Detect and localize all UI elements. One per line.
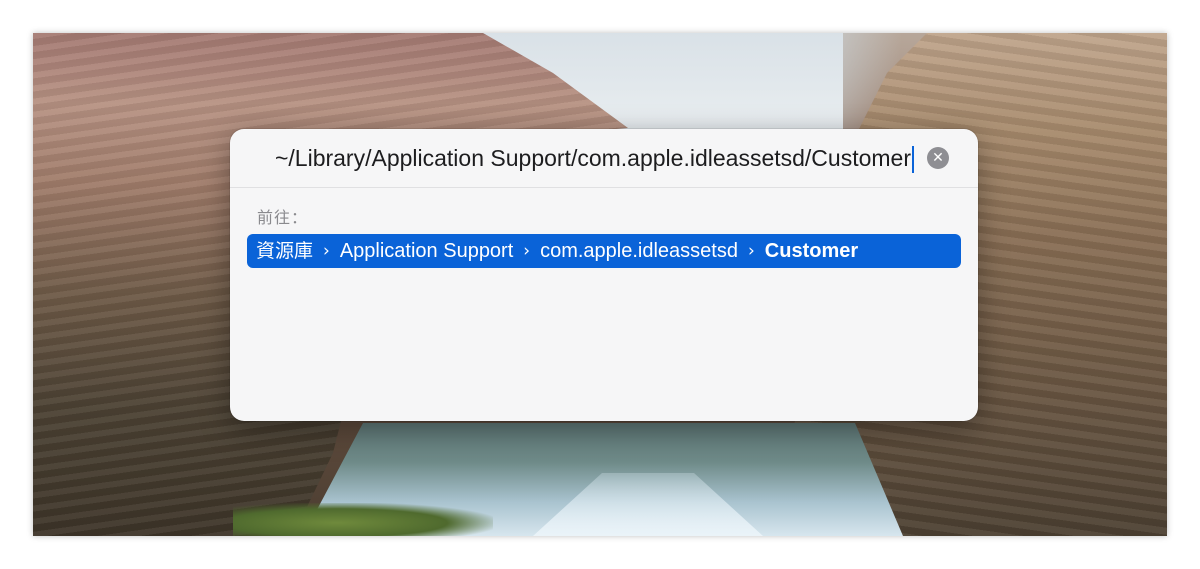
wallpaper-vegetation bbox=[233, 503, 493, 536]
crumb-idleassetsd: com.apple.idleassetsd bbox=[540, 240, 738, 262]
go-to-folder-dialog: ~/Library/Application Support/com.apple.… bbox=[230, 129, 978, 421]
text-caret bbox=[912, 146, 914, 174]
clear-button[interactable]: ✕ bbox=[927, 147, 949, 169]
suggestion-row-selected[interactable]: 資源庫 › Application Support › com.apple.id… bbox=[247, 234, 961, 268]
go-to-label: 前往： bbox=[257, 208, 309, 227]
path-input-value: ~/Library/Application Support/com.apple.… bbox=[274, 145, 911, 171]
path-input-fade bbox=[250, 142, 268, 174]
path-input-row: ~/Library/Application Support/com.apple.… bbox=[230, 129, 978, 188]
path-input[interactable]: ~/Library/Application Support/com.apple.… bbox=[250, 142, 914, 174]
crumb-application-support: Application Support bbox=[339, 240, 514, 262]
chevron-right-icon: › bbox=[323, 241, 330, 261]
chevron-right-icon: › bbox=[747, 241, 755, 261]
x-circle-icon: ✕ bbox=[932, 150, 944, 166]
chevron-right-icon: › bbox=[523, 241, 531, 261]
crumb-customer: Customer bbox=[764, 240, 859, 262]
crumb-library: 資源庫 bbox=[256, 240, 314, 262]
